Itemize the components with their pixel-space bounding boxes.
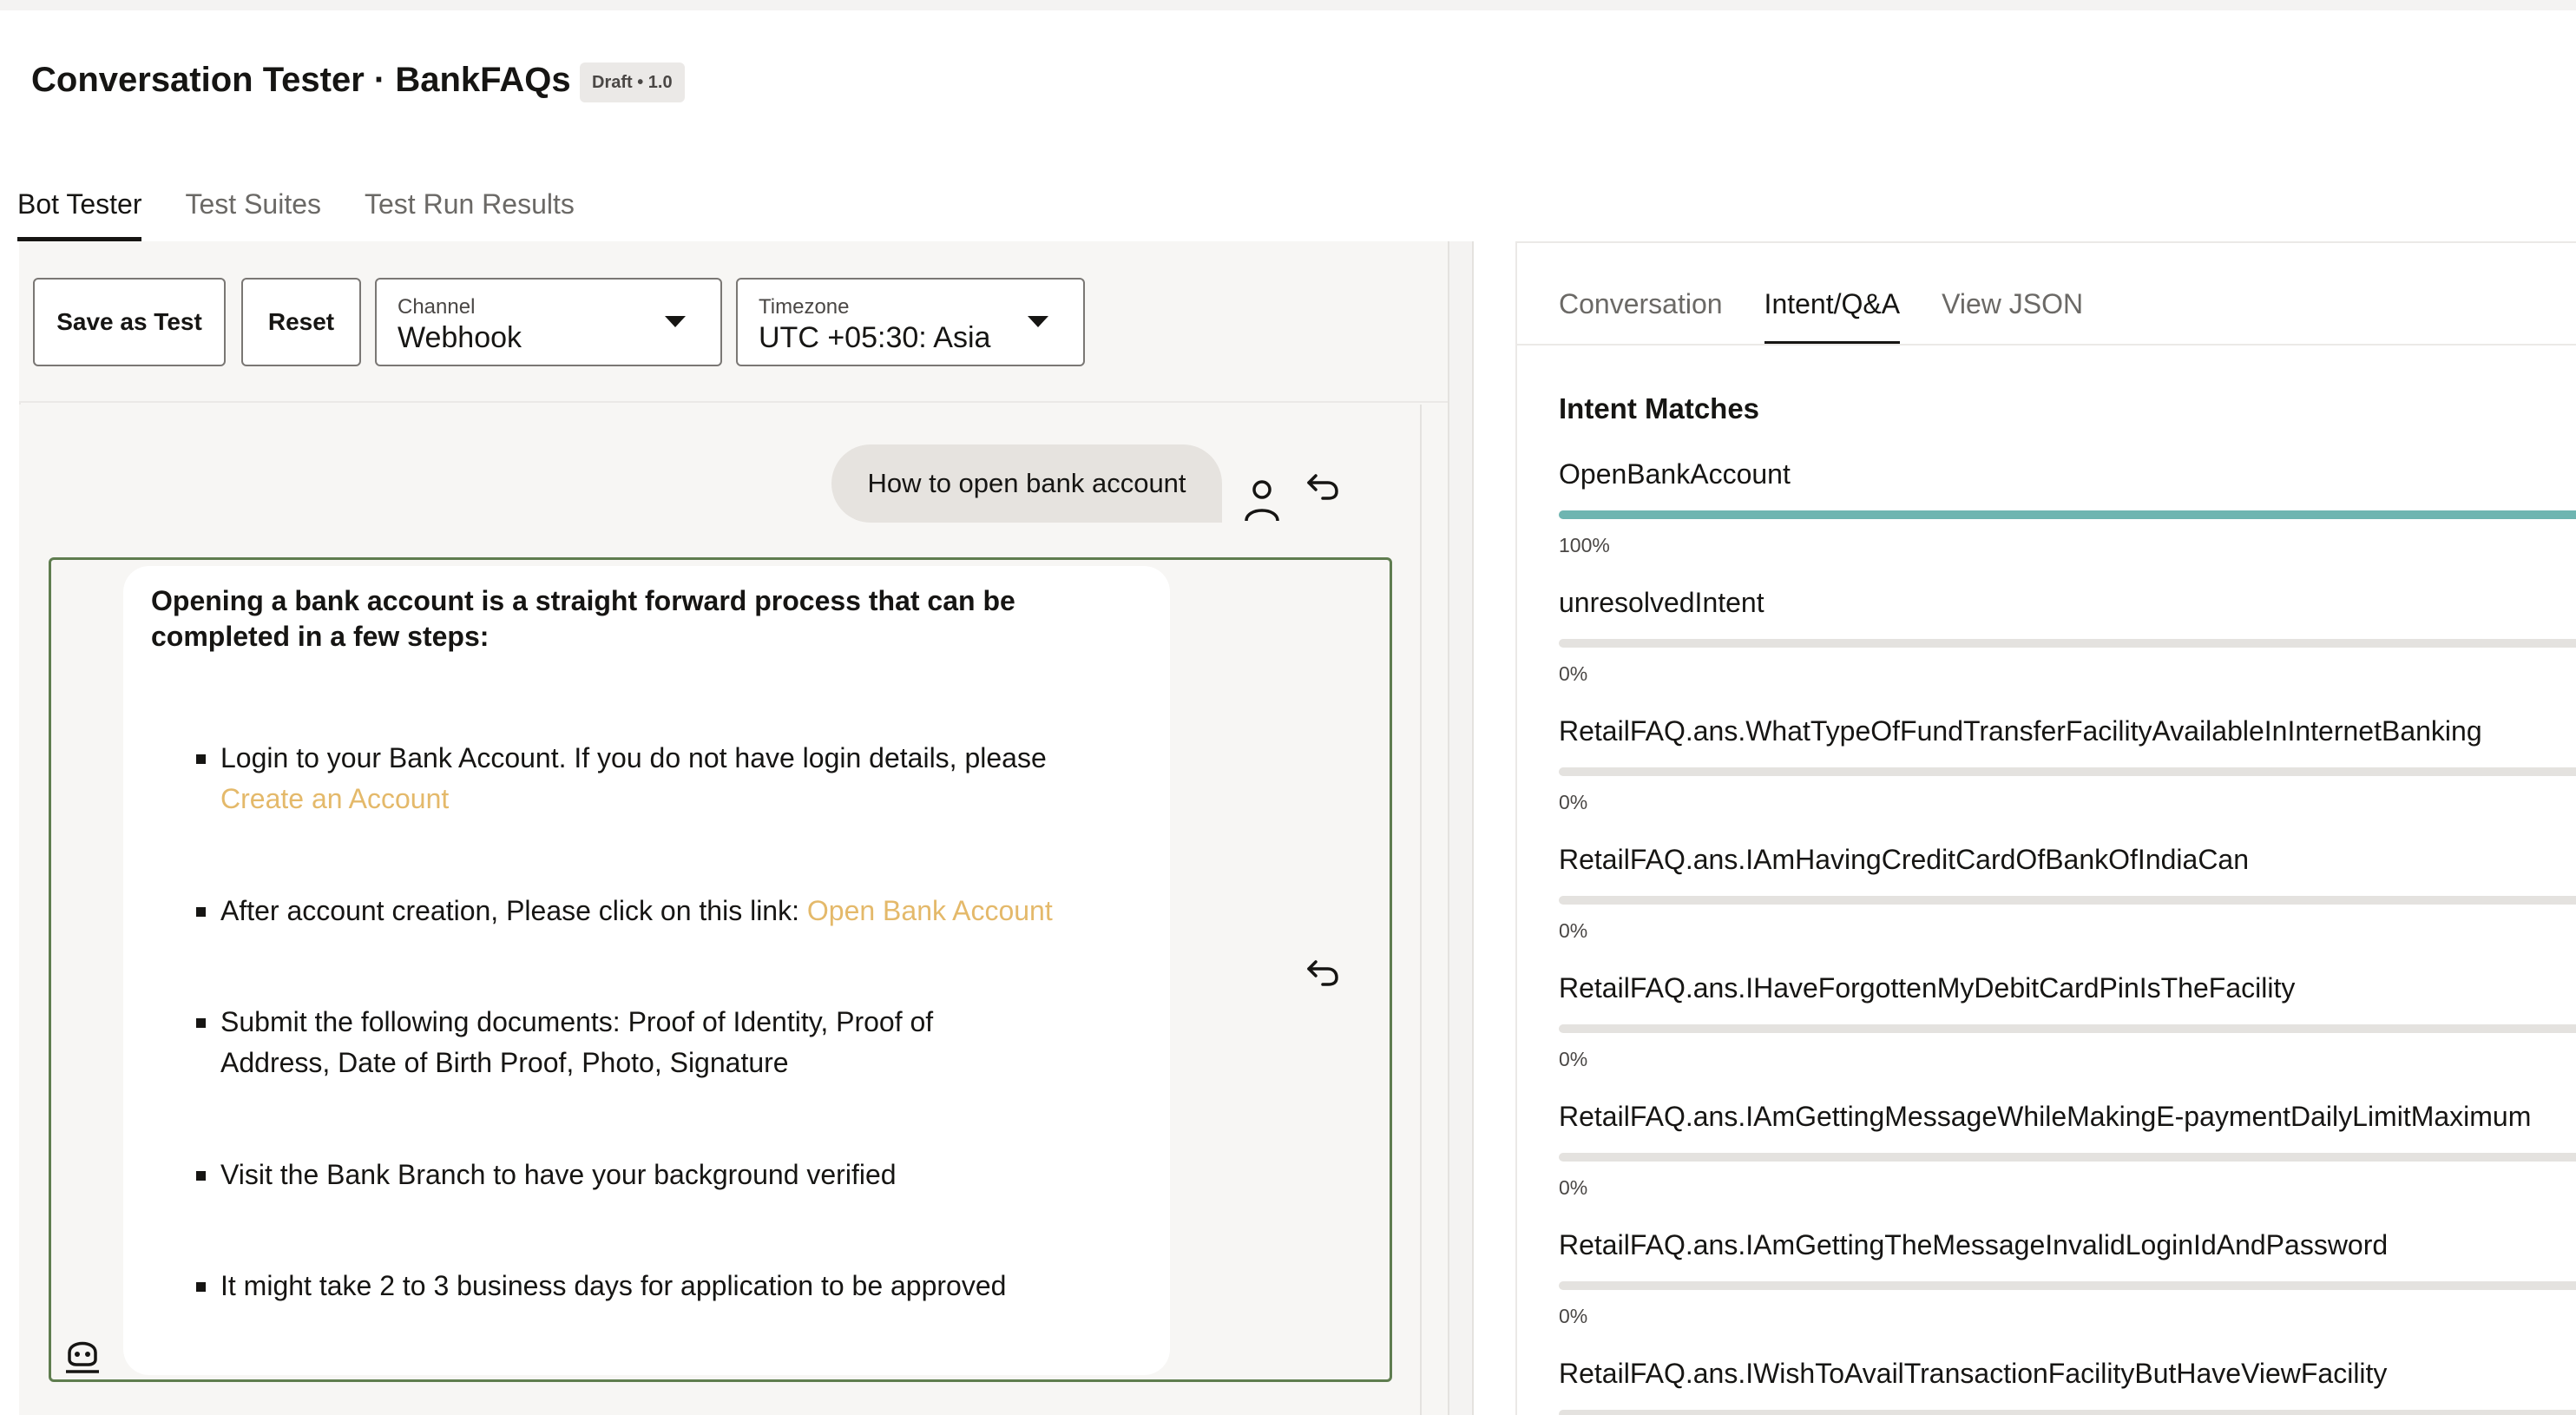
timezone-select[interactable]: Timezone UTC +05:30: Asia (736, 278, 1085, 366)
intent-score-percent: 0% (1559, 1305, 1588, 1327)
intent-score-percent: 0% (1559, 919, 1588, 942)
channel-label: Channel (398, 295, 476, 319)
bot-list-item: It might take 2 to 3 business days for a… (196, 1266, 1106, 1306)
bullet-icon (196, 907, 206, 917)
reset-button[interactable]: Reset (241, 278, 361, 366)
user-message-bubble: How to open bank account (831, 444, 1222, 523)
save-as-test-button[interactable]: Save as Test (33, 278, 226, 366)
bot-message-card (123, 566, 1170, 1375)
version-badge: Draft • 1.0 (580, 63, 685, 102)
intent-name: RetailFAQ.ans.IAmGettingMessageWhileMaki… (1559, 1101, 2532, 1132)
open-bank-account-link[interactable]: Open Bank Account (807, 895, 1053, 926)
results-tabs: Conversation Intent/Q&A View JSON (1559, 269, 2125, 346)
chevron-down-icon (1028, 316, 1048, 327)
bot-message-heading: Opening a bank account is a straight for… (151, 585, 1015, 652)
bullet-icon (196, 1282, 206, 1292)
intent-name: RetailFAQ.ans.WhatTypeOfFundTransferFaci… (1559, 715, 2482, 747)
top-strip (0, 0, 2576, 10)
conversation-scrollbar[interactable] (1420, 405, 1446, 1415)
intent-score-bar (1559, 1281, 2576, 1290)
page-title: Conversation Tester · BankFAQs (31, 61, 571, 99)
main-tabs: Bot Tester Test Suites Test Run Results (17, 174, 618, 241)
tab-view-json[interactable]: View JSON (1942, 269, 2083, 346)
intent-match-row: RetailFAQ.ans.IAmHavingCreditCardOfBankO… (1559, 842, 2576, 943)
bot-list-item-text: Login to your Bank Account. If you do no… (220, 742, 1047, 773)
tab-test-run-results[interactable]: Test Run Results (365, 174, 575, 241)
intent-score-bar (1559, 767, 2576, 776)
intent-match-row: RetailFAQ.ans.IWishToAvailTransactionFac… (1559, 1356, 2576, 1415)
timezone-label: Timezone (759, 295, 850, 319)
intent-score-bar (1559, 510, 2576, 519)
intent-name: OpenBankAccount (1559, 458, 1791, 490)
intent-score-bar (1559, 1024, 2576, 1033)
bot-list-item-text: Submit the following documents: Proof of… (220, 1006, 934, 1078)
intent-score-percent: 100% (1559, 534, 1610, 556)
intent-score-bar (1559, 896, 2576, 905)
panel-splitter[interactable] (1448, 241, 1474, 1415)
bot-list-item: Visit the Bank Branch to have your backg… (196, 1155, 1106, 1195)
tabs-divider (1517, 344, 2576, 346)
tab-conversation[interactable]: Conversation (1559, 269, 1723, 346)
intent-matches-heading: Intent Matches (1559, 392, 1760, 424)
tab-test-suites[interactable]: Test Suites (185, 174, 321, 241)
intent-score-bar (1559, 1153, 2576, 1162)
chevron-down-icon (665, 316, 686, 327)
intent-score-fill (1559, 510, 2576, 519)
replay-arrow-icon[interactable] (1305, 955, 1340, 990)
intent-score-percent: 0% (1559, 1176, 1588, 1199)
intent-score-percent: 0% (1559, 1048, 1588, 1070)
create-account-link[interactable]: Create an Account (220, 783, 449, 814)
bot-list-item: Login to your Bank Account. If you do no… (196, 738, 1106, 819)
channel-value: Webhook (398, 321, 522, 354)
intent-score-bar (1559, 1410, 2576, 1415)
intent-name: unresolvedIntent (1559, 587, 1764, 618)
intent-score-percent: 0% (1559, 791, 1588, 813)
tab-intent-qa[interactable]: Intent/Q&A (1764, 269, 1900, 346)
intent-match-row: OpenBankAccount 100% (1559, 457, 2576, 557)
tester-toolbar (19, 241, 1448, 403)
person-icon (1245, 480, 1279, 522)
intent-name: RetailFAQ.ans.IWishToAvailTransactionFac… (1559, 1358, 2388, 1389)
bot-list-item-text: It might take 2 to 3 business days for a… (220, 1270, 1007, 1301)
intent-match-row: RetailFAQ.ans.WhatTypeOfFundTransferFaci… (1559, 714, 2576, 814)
channel-select[interactable]: Channel Webhook (375, 278, 722, 366)
intent-name: RetailFAQ.ans.IAmGettingTheMessageInvali… (1559, 1229, 2389, 1260)
intent-match-row: RetailFAQ.ans.IAmGettingMessageWhileMaki… (1559, 1099, 2576, 1200)
bot-avatar-icon (66, 1341, 99, 1373)
tab-bot-tester[interactable]: Bot Tester (17, 174, 142, 241)
bot-list-item: Submit the following documents: Proof of… (196, 1002, 984, 1083)
bullet-icon (196, 1018, 206, 1028)
bot-list-item-text: Visit the Bank Branch to have your backg… (220, 1159, 897, 1190)
bullet-icon (196, 754, 206, 764)
intent-score-percent: 0% (1559, 662, 1588, 685)
intent-match-row: unresolvedIntent 0% (1559, 585, 2576, 686)
bot-list-item: After account creation, Please click on … (196, 891, 1106, 931)
bot-list-item-text: After account creation, Please click on … (220, 895, 807, 926)
timezone-value: UTC +05:30: Asia (759, 321, 991, 354)
intent-match-row: RetailFAQ.ans.IAmGettingTheMessageInvali… (1559, 1227, 2576, 1328)
replay-arrow-icon[interactable] (1305, 469, 1340, 503)
intent-score-bar (1559, 639, 2576, 648)
intent-name: RetailFAQ.ans.IHaveForgottenMyDebitCardP… (1559, 972, 2296, 1004)
bullet-icon (196, 1171, 206, 1181)
intent-match-row: RetailFAQ.ans.IHaveForgottenMyDebitCardP… (1559, 971, 2576, 1071)
intent-name: RetailFAQ.ans.IAmHavingCreditCardOfBankO… (1559, 844, 2250, 875)
